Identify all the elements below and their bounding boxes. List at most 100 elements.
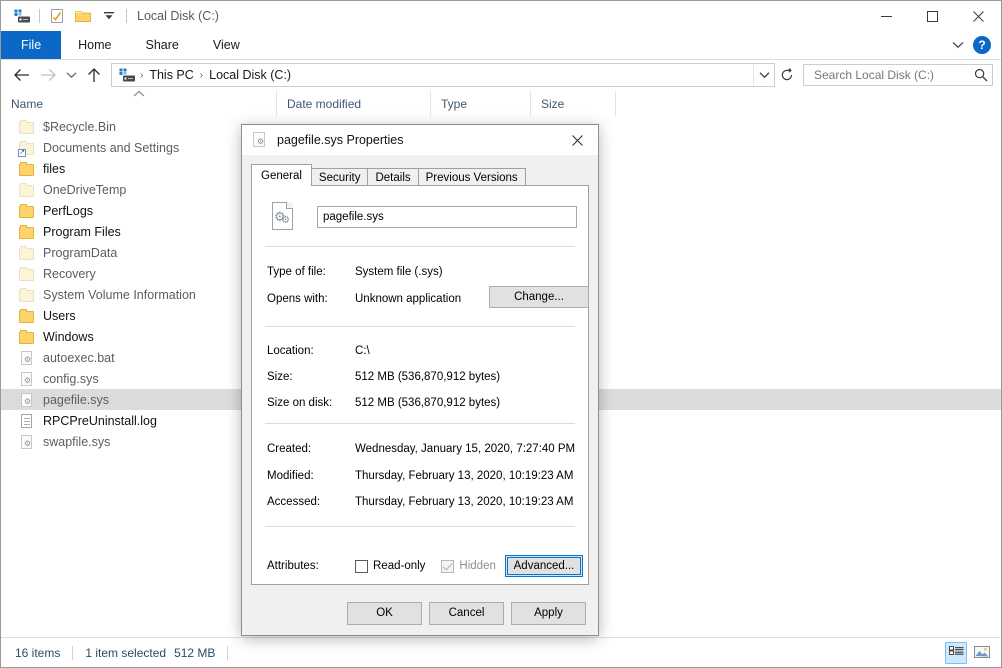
file-name: Windows bbox=[43, 329, 94, 344]
breadcrumb-item-this-pc[interactable]: This PC bbox=[145, 68, 197, 82]
window-title: Local Disk (C:) bbox=[137, 9, 219, 23]
help-icon[interactable]: ? bbox=[973, 36, 991, 54]
search-box[interactable] bbox=[803, 64, 993, 86]
system-file-icon: ⚙ bbox=[19, 392, 35, 408]
status-divider-2 bbox=[227, 645, 229, 660]
large-icons-view-button[interactable] bbox=[971, 642, 993, 664]
dialog-title: pagefile.sys Properties bbox=[277, 133, 404, 147]
column-header-date-modified[interactable]: Date modified bbox=[277, 91, 431, 116]
file-name: RPCPreUninstall.log bbox=[43, 413, 157, 428]
recent-locations-button[interactable] bbox=[61, 63, 81, 87]
tab-file[interactable]: File bbox=[1, 31, 62, 59]
file-name: pagefile.sys bbox=[43, 392, 110, 407]
item-count-label: 16 items bbox=[15, 645, 61, 660]
folder-icon bbox=[19, 308, 35, 324]
field-label: Opens with: bbox=[267, 293, 328, 305]
minimize-button[interactable] bbox=[863, 1, 909, 31]
dialog-title-bar: ⚙ pagefile.sys Properties bbox=[242, 125, 598, 155]
tab-share[interactable]: Share bbox=[129, 31, 196, 59]
field-label: Location: bbox=[267, 345, 314, 357]
file-name: config.sys bbox=[43, 371, 99, 386]
folder-icon bbox=[19, 203, 35, 219]
breadcrumb-bar[interactable]: › This PC › Local Disk (C:) bbox=[111, 63, 775, 87]
file-name: $Recycle.Bin bbox=[43, 119, 116, 134]
file-name: Recovery bbox=[43, 266, 96, 281]
system-file-icon: ⚙ bbox=[19, 371, 35, 387]
field-value: C:\ bbox=[355, 345, 370, 357]
address-bar: › This PC › Local Disk (C:) bbox=[1, 60, 1001, 90]
field-label: Modified: bbox=[267, 470, 314, 482]
properties-dialog: ⚙ pagefile.sys Properties General Securi… bbox=[241, 124, 599, 636]
text-file-icon bbox=[19, 413, 35, 429]
refresh-button[interactable] bbox=[775, 63, 799, 87]
field-value: Thursday, February 13, 2020, 10:19:23 AM bbox=[355, 470, 574, 482]
hidden-label: Hidden bbox=[459, 560, 496, 572]
field-value: 512 MB (536,870,912 bytes) bbox=[355, 371, 501, 383]
properties-icon[interactable] bbox=[44, 4, 70, 28]
details-view-button[interactable] bbox=[945, 641, 967, 664]
maximize-button[interactable] bbox=[909, 1, 955, 31]
file-name: swapfile.sys bbox=[43, 434, 111, 449]
advanced-button[interactable]: Advanced... bbox=[505, 555, 583, 577]
qat-divider-1 bbox=[39, 9, 40, 23]
field-value: Unknown application bbox=[355, 293, 462, 305]
column-headers: Name Date modified Type Size bbox=[1, 89, 1001, 117]
field-value: Wednesday, January 15, 2020, 7:27:40 PM bbox=[355, 443, 576, 455]
search-icon[interactable] bbox=[974, 68, 988, 82]
drive-icon[interactable] bbox=[9, 4, 35, 28]
sort-ascending-icon bbox=[132, 89, 146, 100]
breadcrumb-separator-1[interactable]: › bbox=[138, 70, 145, 81]
change-button[interactable]: Change... bbox=[489, 286, 589, 308]
back-button[interactable] bbox=[9, 63, 35, 87]
customize-dropdown-icon[interactable] bbox=[96, 4, 122, 28]
readonly-checkbox[interactable] bbox=[355, 559, 368, 573]
ribbon-tabs: File Home Share View ? bbox=[1, 31, 1001, 60]
dialog-close-button[interactable] bbox=[556, 125, 598, 155]
tab-home[interactable]: Home bbox=[61, 31, 128, 59]
hidden-checkbox-wrapper: Hidden bbox=[441, 559, 496, 573]
ok-button[interactable]: OK bbox=[347, 601, 422, 625]
field-location: Location: C:\ bbox=[267, 343, 370, 359]
ribbon-tab-list: File Home Share View bbox=[1, 31, 1001, 59]
status-bar: 16 items 1 item selected 512 MB bbox=[1, 637, 1001, 667]
column-header-type-label: Type bbox=[441, 96, 468, 111]
cancel-button[interactable]: Cancel bbox=[429, 601, 504, 625]
dialog-tab-panel-general: ⚙ ⚙ Type of file: System file (.sys) Ope… bbox=[251, 185, 589, 585]
column-header-size[interactable]: Size bbox=[531, 91, 616, 116]
breadcrumb-separator-2[interactable]: › bbox=[198, 70, 205, 81]
expand-ribbon-icon[interactable] bbox=[947, 33, 969, 57]
column-header-name[interactable]: Name bbox=[1, 89, 277, 116]
dialog-tab-general[interactable]: General bbox=[251, 164, 312, 186]
tab-view[interactable]: View bbox=[196, 31, 257, 59]
shortcut-arrow-icon: ↗ bbox=[18, 148, 26, 157]
view-toggle-group bbox=[945, 641, 993, 664]
close-button[interactable] bbox=[955, 1, 1001, 31]
file-name: files bbox=[43, 161, 66, 176]
up-button[interactable] bbox=[81, 63, 107, 87]
file-name-input[interactable] bbox=[317, 206, 577, 228]
selection-label: 1 item selected bbox=[85, 645, 167, 660]
file-explorer-window: Local Disk (C:) File Home Share View ? ›… bbox=[0, 0, 1002, 668]
attributes-label: Attributes: bbox=[267, 560, 319, 572]
drive-crumb-icon bbox=[117, 68, 138, 83]
system-file-icon: ⚙ bbox=[252, 132, 268, 148]
column-header-type[interactable]: Type bbox=[431, 91, 531, 116]
breadcrumb-dropdown-icon[interactable] bbox=[753, 65, 774, 85]
forward-button[interactable] bbox=[35, 63, 61, 87]
new-folder-icon[interactable] bbox=[70, 4, 96, 28]
breadcrumb-item-local-disk[interactable]: Local Disk (C:) bbox=[205, 68, 295, 82]
readonly-checkbox-wrapper[interactable]: Read-only bbox=[355, 559, 425, 573]
breadcrumb: › This PC › Local Disk (C:) bbox=[112, 68, 753, 83]
field-size-on-disk: Size on disk: 512 MB (536,870,912 bytes) bbox=[267, 395, 500, 411]
dialog-body: General Security Details Previous Versio… bbox=[242, 155, 598, 635]
search-input[interactable] bbox=[812, 67, 974, 83]
apply-button[interactable]: Apply bbox=[511, 601, 586, 625]
system-file-icon: ⚙ bbox=[19, 350, 35, 366]
status-divider-1 bbox=[72, 645, 74, 660]
field-type-of-file: Type of file: System file (.sys) bbox=[267, 264, 443, 280]
file-name: Users bbox=[43, 308, 76, 323]
folder-icon bbox=[19, 245, 35, 261]
qat-divider-2 bbox=[126, 9, 127, 23]
dialog-tab-strip: General Security Details Previous Versio… bbox=[251, 164, 526, 187]
file-name: autoexec.bat bbox=[43, 350, 115, 365]
